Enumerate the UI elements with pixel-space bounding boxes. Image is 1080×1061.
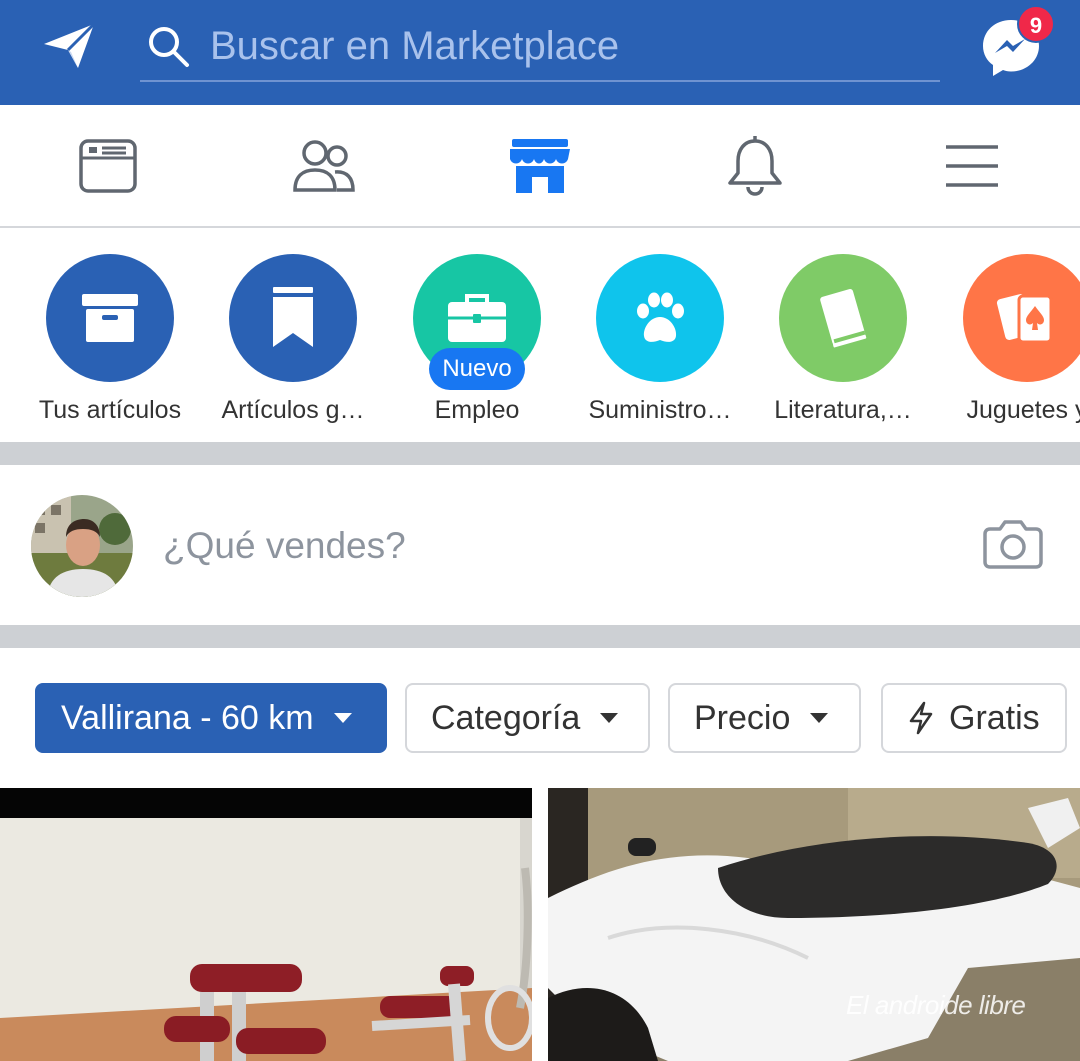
tab-menu[interactable] (897, 105, 1047, 226)
category-filter[interactable]: Categoría (405, 683, 650, 753)
messenger-badge: 9 (1017, 5, 1055, 43)
main-nav (0, 105, 1080, 228)
category-label: Tus artículos (38, 396, 182, 424)
archive-box-icon (46, 254, 174, 382)
category-label: Literatura,… (774, 396, 912, 424)
caret-down-icon (810, 713, 829, 723)
category-label: Suministro… (588, 396, 732, 424)
search-input[interactable] (210, 18, 910, 74)
price-filter[interactable]: Precio (668, 683, 861, 753)
free-filter-label: Gratis (949, 698, 1040, 737)
top-bar: 9 (0, 0, 1080, 105)
category-toys[interactable]: Juguetes y (935, 254, 1080, 442)
bookmark-icon (229, 254, 357, 382)
menu-icon (946, 144, 998, 187)
marketplace-icon (510, 138, 570, 193)
avatar[interactable] (31, 495, 133, 597)
camera-icon[interactable] (982, 517, 1044, 569)
book-icon (779, 254, 907, 382)
tab-news-feed[interactable] (33, 105, 183, 226)
section-divider (0, 442, 1080, 465)
free-filter[interactable]: Gratis (881, 683, 1067, 753)
sell-prompt[interactable]: ¿Qué vendes? (163, 525, 406, 567)
new-badge: Nuevo (429, 348, 525, 390)
section-divider (0, 625, 1080, 648)
category-label: Artículos g… (221, 396, 365, 424)
search-icon (149, 27, 189, 67)
cards-icon (963, 254, 1080, 382)
caret-down-icon (333, 713, 352, 723)
tab-friends[interactable] (249, 105, 399, 226)
sell-composer[interactable]: ¿Qué vendes? (0, 465, 1080, 625)
listing-photo (0, 788, 532, 1061)
category-your-items[interactable]: Tus artículos (18, 254, 202, 442)
category-label: Juguetes y (966, 396, 1080, 424)
location-filter[interactable]: Vallirana - 60 km (35, 683, 387, 753)
friends-icon (293, 139, 355, 192)
price-filter-label: Precio (694, 698, 791, 737)
lightning-icon (909, 701, 933, 735)
watermark: El androide libre (846, 990, 1026, 1020)
category-label: Empleo (434, 396, 520, 424)
category-literature[interactable]: Literatura,… (751, 254, 935, 442)
location-filter-label: Vallirana - 60 km (61, 698, 314, 737)
category-carousel: Tus artículos Artículos g… Nuevo Empleo (0, 228, 1080, 442)
category-saved-items[interactable]: Artículos g… (201, 254, 385, 442)
caret-down-icon (600, 713, 619, 723)
filter-bar: Vallirana - 60 km Categoría Precio Grati… (0, 648, 1080, 788)
notifications-icon (728, 135, 782, 196)
search-bar[interactable] (140, 14, 940, 82)
tab-marketplace[interactable] (465, 105, 615, 226)
paw-icon (596, 254, 724, 382)
news-feed-icon (79, 138, 137, 193)
category-filter-label: Categoría (431, 698, 581, 737)
paper-plane-icon[interactable] (38, 18, 100, 74)
category-pet-supplies[interactable]: Suministro… (568, 254, 752, 442)
listing-card[interactable] (0, 788, 532, 1061)
tab-notifications[interactable] (680, 105, 830, 226)
category-jobs[interactable]: Nuevo Empleo (385, 254, 569, 442)
